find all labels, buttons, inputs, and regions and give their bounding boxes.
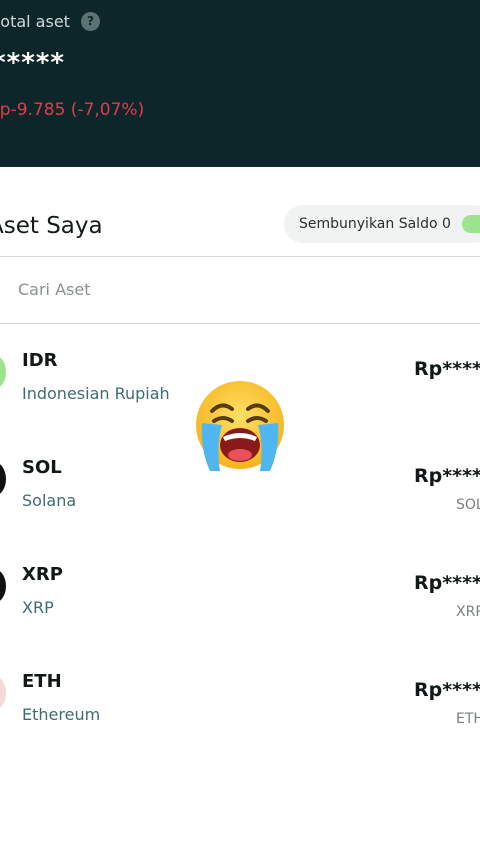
portfolio-summary-panel: total aset ? ***** Rp-9.785 (-7,07%) [0, 0, 480, 167]
asset-name: Ethereum [22, 705, 101, 724]
asset-value: Rp***** [414, 679, 480, 701]
asset-value: Rp***** [414, 465, 480, 487]
toggle-switch-icon[interactable] [462, 215, 480, 233]
asset-code: XRP [22, 564, 63, 585]
asset-name: Solana [22, 491, 77, 510]
question-icon[interactable]: ? [80, 12, 100, 31]
asset-name: Indonesian Rupiah [22, 384, 170, 403]
search-bar [0, 258, 480, 324]
asset-code: SOL [22, 457, 62, 478]
asset-name: XRP [22, 598, 54, 617]
portfolio-change: Rp-9.785 (-7,07%) [0, 100, 145, 120]
hidden-total-balance: ***** [0, 48, 65, 78]
asset-code: IDR [22, 350, 58, 371]
hide-balance-toggle[interactable]: Sembunyikan Saldo 0 [284, 205, 480, 243]
idr-logo-icon [0, 355, 6, 389]
asset-value: Rp***** [414, 358, 480, 380]
asset-code: ETH [22, 671, 62, 692]
total-assets-label: total aset [0, 12, 70, 31]
my-assets-title: Aset Saya [0, 213, 103, 239]
hide-balance-label: Sembunyikan Saldo 0 [299, 216, 451, 232]
my-assets-header: Aset Saya Sembunyikan Saldo 0 [0, 167, 480, 257]
list-item-eth[interactable]: ETH Ethereum Rp***** ETH [0, 651, 480, 751]
eth-logo-icon [0, 676, 6, 710]
sol-logo-icon [0, 462, 6, 496]
asset-amount: ETH [456, 711, 480, 727]
asset-amount: SOL [456, 497, 480, 513]
xrp-logo-icon [0, 569, 6, 603]
asset-value: Rp***** [414, 572, 480, 594]
asset-amount: XRP [456, 604, 480, 620]
search-input[interactable] [18, 280, 458, 299]
loudly-crying-face-emoji [196, 381, 284, 471]
list-item-xrp[interactable]: XRP XRP Rp***** XRP [0, 544, 480, 644]
total-assets-label-row: total aset ? [0, 12, 100, 31]
